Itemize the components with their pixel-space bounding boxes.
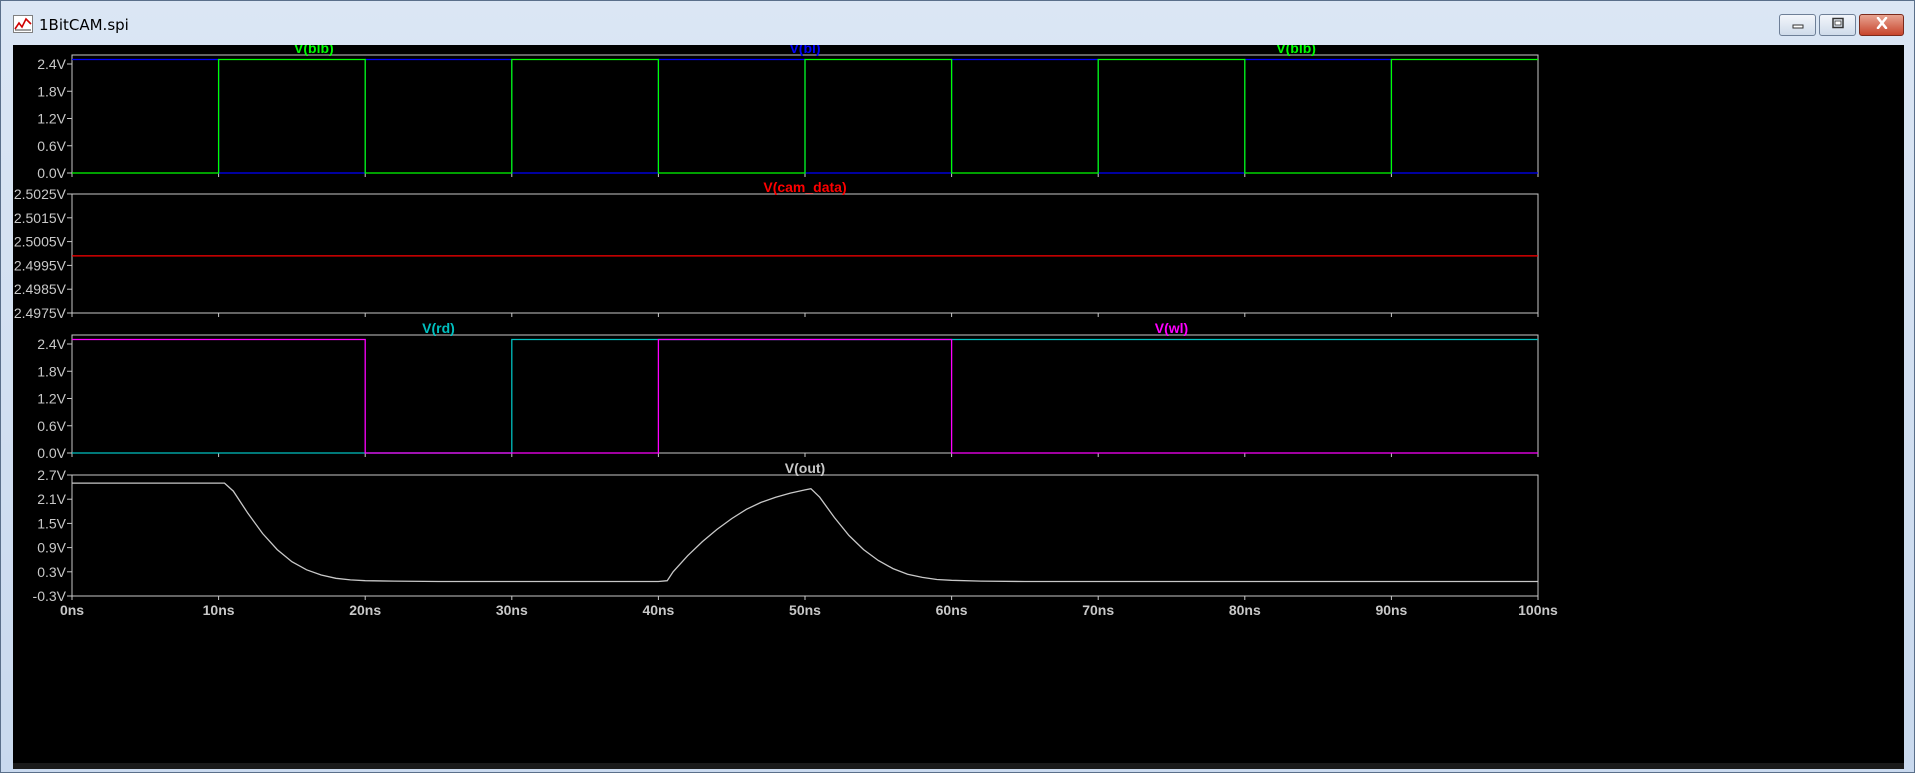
y-tick-label: 2.5025V [14,186,67,202]
trace-label: V(out) [785,460,825,476]
x-tick-label: 50ns [789,602,821,618]
waveform-plot-area[interactable]: 2.4V 1.8V 1.2V 0.6V 0.0V V(blb) V(bl) V(blb) 2.5… [13,45,1904,766]
y-tick-label: 2.4975V [14,305,67,321]
y-tick-label: 2.4995V [14,257,67,273]
y-tick-label: 2.4V [37,56,66,72]
pane-frame-4 [71,474,1539,597]
x-tick-label: 60ns [936,602,968,618]
maximize-button[interactable] [1819,14,1856,36]
trace-label: V(cam_data) [763,179,846,195]
trace-label: V(blb) [1276,45,1316,56]
y-tick-label: 0.0V [37,445,66,461]
trace-label: V(rd) [422,320,455,336]
series-v-blb [72,58,1538,174]
series-v-rd [72,338,1538,454]
trace-label: V(bl) [789,45,820,56]
app-window: 1BitCAM.spi 2.4V 1.8V 1.2V 0.6V 0.0V V(blb) V(… [0,0,1915,773]
y-tick-label: 0.6V [37,418,66,434]
y-tick-label: 1.8V [37,363,66,379]
y-tick-label: 0.9V [37,540,66,556]
y-tick-label: 1.2V [37,391,66,407]
maximize-icon [1831,16,1845,34]
minimize-button[interactable] [1779,14,1816,36]
window-title: 1BitCAM.spi [39,16,129,34]
pane-frame-2 [71,193,1539,314]
x-tick-label: 40ns [642,602,674,618]
y-tick-label: 0.3V [37,564,66,580]
trace-label: V(wl) [1155,320,1188,336]
x-tick-label: 70ns [1082,602,1114,618]
y-tick-label: 2.4985V [14,281,67,297]
y-tick-label: 1.5V [37,515,66,531]
y-tick-label: 2.4V [37,336,66,352]
trace-label: V(blb) [294,45,334,56]
x-tick-label: 20ns [349,602,381,618]
x-tick-label: 0ns [60,602,84,618]
close-icon [1875,16,1889,34]
y-tick-label: 0.6V [37,138,66,154]
series-v-wl [72,338,1538,454]
x-tick-label: 80ns [1229,602,1261,618]
x-tick-label: 100ns [1518,602,1558,618]
x-tick-label: 10ns [203,602,235,618]
x-tick-label: 30ns [496,602,528,618]
y-tick-label: 2.5005V [14,234,67,250]
y-tick-label: 1.2V [37,111,66,127]
close-button[interactable] [1859,14,1904,36]
series-v-out [72,482,1538,583]
y-tick-label: 2.7V [37,467,66,483]
y-tick-label: 0.0V [37,165,66,181]
waveform-plots: 2.4V 1.8V 1.2V 0.6V 0.0V V(blb) V(bl) V(blb) 2.5… [14,45,1558,618]
y-tick-label: 2.5015V [14,210,67,226]
minimize-icon [1791,16,1805,34]
waveform-app-icon [13,15,33,33]
title-bar[interactable]: 1BitCAM.spi [1,1,1914,45]
y-tick-label: 1.8V [37,83,66,99]
y-tick-label: 2.1V [37,491,66,507]
status-strip [13,763,1904,769]
x-tick-label: 90ns [1375,602,1407,618]
pane-frame-3 [71,334,1539,454]
